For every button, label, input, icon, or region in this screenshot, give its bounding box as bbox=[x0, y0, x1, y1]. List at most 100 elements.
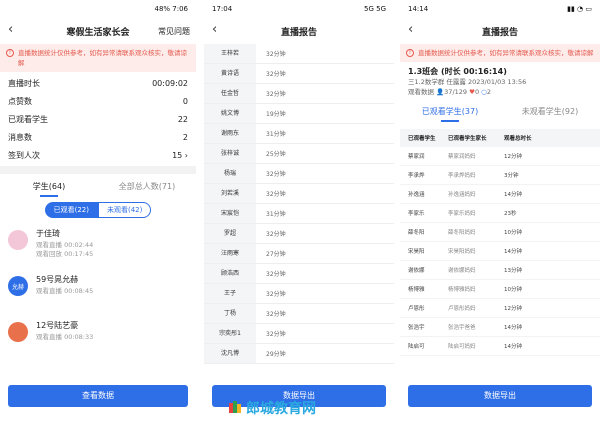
student-name: 汪雨寒 bbox=[204, 244, 256, 263]
stat-label: 直播时长 bbox=[8, 78, 40, 88]
table-row: 黄诗语 32分钟 bbox=[204, 64, 394, 84]
status-time: 14:14 bbox=[408, 5, 429, 13]
watch-duration: 32分钟 bbox=[266, 231, 286, 238]
student-name: 薛冬阳 bbox=[408, 230, 425, 236]
stat-row-checkin[interactable]: 签到人次 15 › bbox=[0, 146, 196, 164]
list-item[interactable]: 12号陆艺豪 观看直播 00:08:33 bbox=[0, 316, 196, 362]
student-name: 王梓若 bbox=[204, 44, 256, 63]
watch-duration: 32分钟 bbox=[266, 291, 286, 298]
status-right: 48% 7:06 bbox=[154, 5, 188, 13]
notice-banner: ! 直播数据统计仅供参考，如有异常请联系观众核实，敬请谅解 bbox=[0, 44, 196, 72]
student-name: 杨博雅 bbox=[408, 287, 425, 293]
watch-live: 观看直播 00:08:33 bbox=[36, 333, 94, 341]
back-icon[interactable]: ‹ bbox=[408, 23, 413, 37]
student-name: 丁杨 bbox=[204, 304, 256, 323]
parent-name: 陆启可妈妈 bbox=[448, 344, 476, 350]
view-data-button[interactable]: 查看数据 bbox=[8, 385, 188, 407]
student-name: 12号陆艺豪 bbox=[36, 321, 79, 330]
watch-label: 观看数据 bbox=[408, 88, 434, 96]
table-row: 宗奕彤1 32分钟 bbox=[204, 324, 394, 344]
watch-duration: 12分钟 bbox=[504, 154, 522, 160]
status-time: 17:04 bbox=[212, 5, 233, 13]
parent-name: 卢恩彤妈妈 bbox=[448, 306, 476, 312]
avatar bbox=[8, 230, 28, 250]
student-name: 李家乐 bbox=[408, 211, 425, 217]
table-row: 宋宸恺 31分钟 bbox=[204, 204, 394, 224]
table-row: 宋昊阳 宋昊阳妈妈 14分钟 bbox=[400, 242, 600, 261]
column-header: 已观看学生 bbox=[408, 136, 436, 142]
status-bar: 14:14 ▮▮ ◔ ▭ bbox=[400, 0, 600, 18]
table-row: 蔡家润 蔡家润妈妈 12分钟 bbox=[400, 147, 600, 166]
watch-stats: 观看数据 👤37/129 ♥0 ○2 bbox=[408, 87, 592, 97]
tab-unwatched[interactable]: 未观看学生(92) bbox=[500, 106, 600, 117]
list-item[interactable]: 允赫 59号晁允赫 观看直播 00:08:45 bbox=[0, 270, 196, 316]
student-name: 黄诗语 bbox=[204, 64, 256, 83]
watch-duration: 13分钟 bbox=[504, 268, 522, 274]
list-item[interactable]: 于佳琦 观看直播 00:02:44 观看回放 00:17:45 bbox=[0, 224, 196, 270]
watch-duration: 14分钟 bbox=[504, 344, 522, 350]
watch-duration: 10分钟 bbox=[504, 230, 522, 236]
report-table: 王梓若 32分钟 黄诗语 32分钟 任金哲 32分钟 姚文博 19分钟 谢雨东 31分钟 张梓诚 25… bbox=[204, 44, 394, 364]
column-header: 观看总时长 bbox=[504, 136, 532, 142]
tab-watched[interactable]: 已观看学生(37) bbox=[400, 106, 500, 122]
table-row: 罗超 32分钟 bbox=[204, 224, 394, 244]
table-header: 已观看学生 已观看学生家长 观看总时长 bbox=[400, 129, 600, 147]
stat-label: 签到人次 bbox=[8, 150, 40, 160]
table-row: 王梓若 32分钟 bbox=[204, 44, 394, 64]
faq-link[interactable]: 常见问题 bbox=[158, 26, 190, 37]
watch-duration: 27分钟 bbox=[266, 251, 286, 258]
stat-row: 点赞数 0 bbox=[0, 92, 196, 110]
watch-duration: 14分钟 bbox=[504, 192, 522, 198]
parent-name: 李家乐妈妈 bbox=[448, 211, 476, 217]
phone-screen-2: 17:04 5G 5G ‹ 直播报告 王梓若 32分钟 黄诗语 32分钟 任金哲 32分钟… bbox=[204, 0, 394, 431]
stat-label: 已观看学生 bbox=[8, 114, 48, 124]
table-row: 张浩宇 张浩宇爸爸 14分钟 bbox=[400, 318, 600, 337]
student-name: 刘若溪 bbox=[204, 184, 256, 203]
watch-filter: 已观看(22) 未观看(42) bbox=[0, 202, 196, 218]
stat-label: 点赞数 bbox=[8, 96, 32, 106]
parent-name: 张浩宇爸爸 bbox=[448, 325, 476, 331]
table-row: 陆启可 陆启可妈妈 14分钟 bbox=[400, 337, 600, 356]
export-data-button[interactable]: 数据导出 bbox=[408, 385, 592, 407]
stat-value: 2 bbox=[182, 132, 188, 142]
parent-name: 薛冬阳妈妈 bbox=[448, 230, 476, 236]
back-icon[interactable]: ‹ bbox=[212, 23, 217, 37]
student-name: 沈凡博 bbox=[204, 344, 256, 363]
stat-value: 00:09:02 bbox=[152, 78, 188, 88]
table-row: 王子 32分钟 bbox=[204, 284, 394, 304]
watch-replay: 观看回放 00:17:45 bbox=[36, 250, 94, 258]
table-row: 沈凡博 29分钟 bbox=[204, 344, 394, 364]
parent-name: 宋昊阳妈妈 bbox=[448, 249, 476, 255]
logo-icon bbox=[229, 401, 241, 413]
status-right: 5G 5G bbox=[364, 5, 386, 13]
like-count: 0 bbox=[474, 88, 480, 96]
notice-banner: ! 直播数据统计仅供参考，如有异常请联系观众核实，敬请谅解 bbox=[400, 44, 600, 62]
filter-unwatched[interactable]: 未观看(42) bbox=[98, 202, 152, 218]
tab-bar: 已观看学生(37) 未观看学生(92) bbox=[400, 99, 600, 123]
stat-value: 15 › bbox=[172, 150, 188, 160]
student-name: 罗超 bbox=[204, 224, 256, 243]
status-bar: 17:04 5G 5G bbox=[204, 0, 394, 18]
watch-duration: 32分钟 bbox=[266, 71, 286, 78]
student-name: 宋宸恺 bbox=[204, 204, 256, 223]
stat-value: 0 bbox=[182, 96, 188, 106]
table-row: 谢雨东 31分钟 bbox=[204, 124, 394, 144]
column-header: 已观看学生家长 bbox=[448, 136, 487, 142]
watch-duration: 32分钟 bbox=[266, 191, 286, 198]
tab-all[interactable]: 全部总人数(71) bbox=[98, 181, 196, 192]
table-row: 张梓诚 25分钟 bbox=[204, 144, 394, 164]
back-icon[interactable]: ‹ bbox=[8, 23, 13, 37]
stat-row: 已观看学生 22 bbox=[0, 110, 196, 128]
info-icon: ! bbox=[406, 49, 414, 57]
tab-students[interactable]: 学生(64) bbox=[0, 181, 98, 197]
student-name: 杨瑞 bbox=[204, 164, 256, 183]
class-info: 1.3班会 (时长 00:16:14) 三1.2数学群 任露露 2023/01/… bbox=[400, 62, 600, 97]
watch-live: 观看直播 00:08:45 bbox=[36, 287, 94, 295]
parent-name: 蔡家润妈妈 bbox=[448, 154, 476, 160]
stat-row: 消息数 2 bbox=[0, 128, 196, 146]
stat-value: 22 bbox=[177, 114, 188, 124]
filter-watched[interactable]: 已观看(22) bbox=[44, 202, 98, 218]
watch-duration: 14分钟 bbox=[504, 325, 522, 331]
student-name: 59号晁允赫 bbox=[36, 275, 79, 284]
watch-live: 观看直播 00:02:44 bbox=[36, 241, 94, 249]
